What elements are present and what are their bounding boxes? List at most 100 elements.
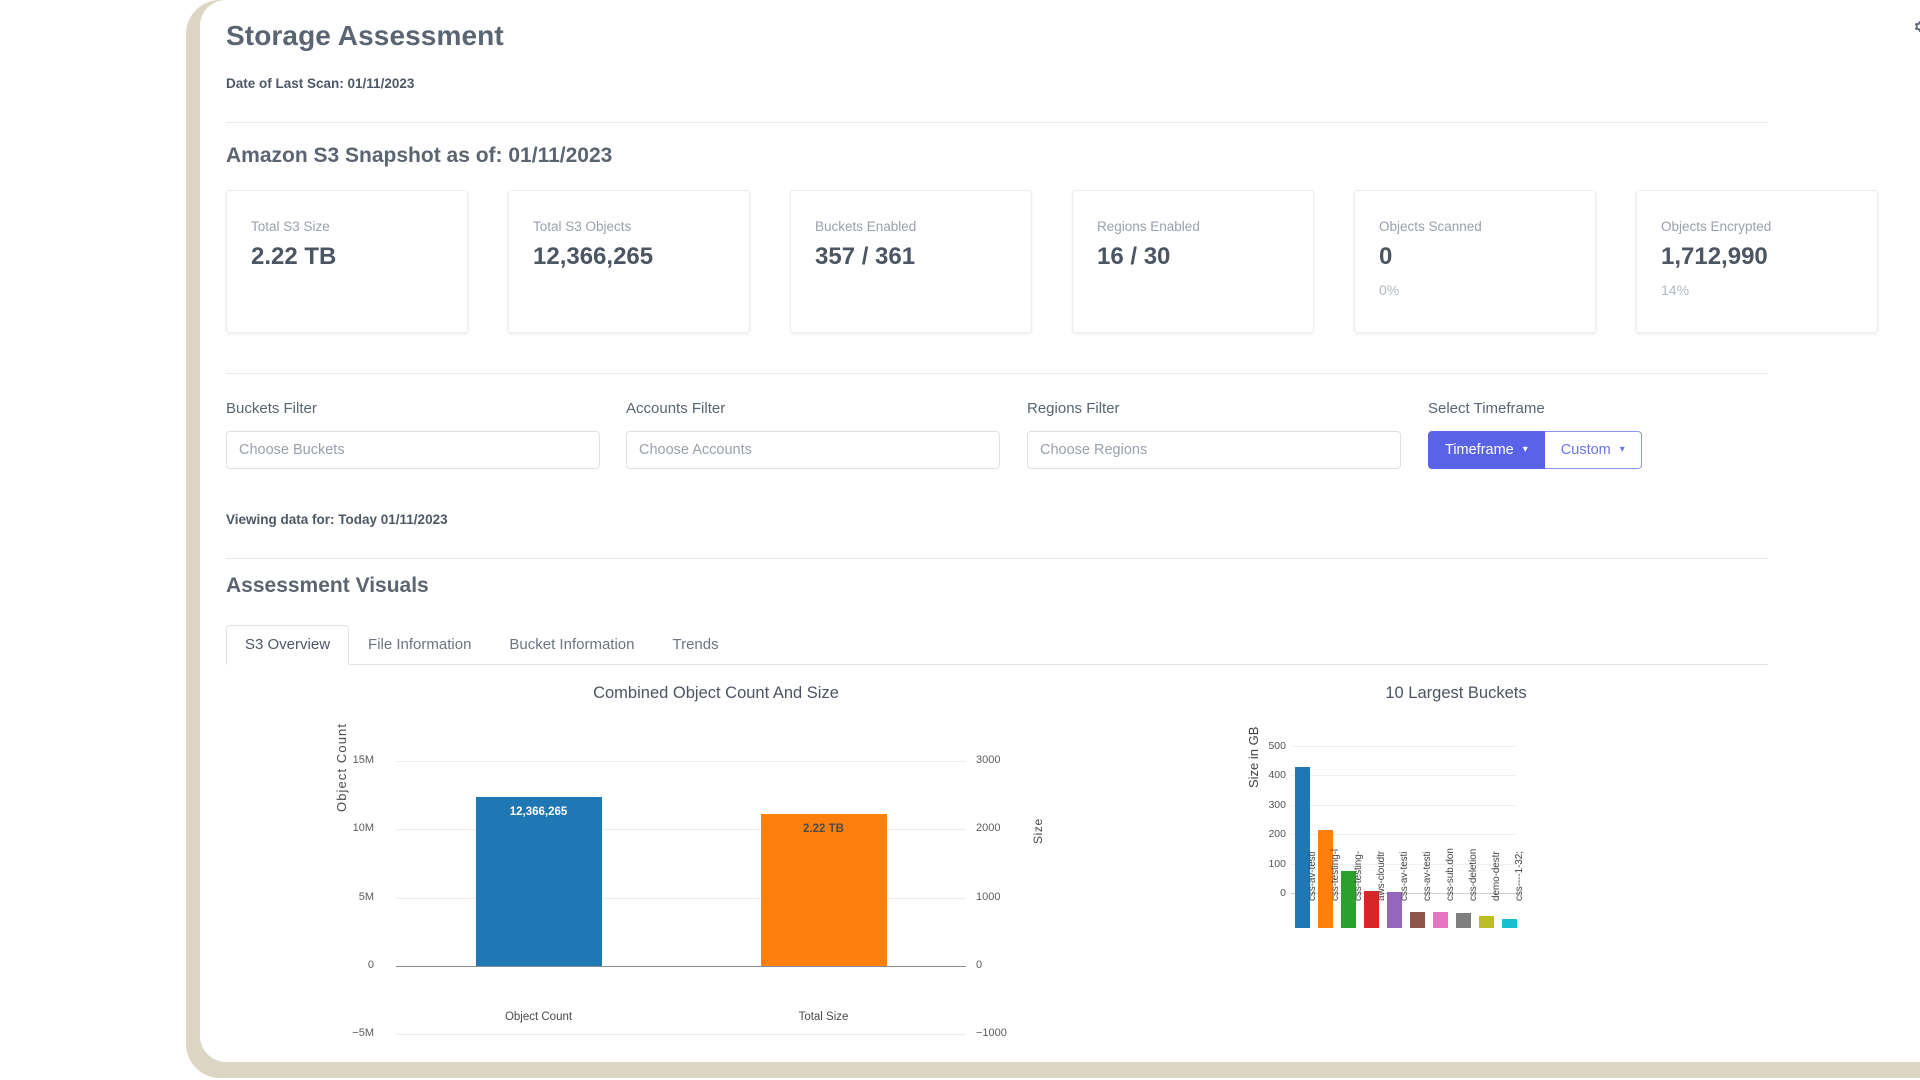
- buckets-filter: Buckets Filter: [226, 400, 600, 469]
- chart-x-tick-label: css-av-testi: [1421, 851, 1433, 901]
- chart-title: Combined Object Count And Size: [593, 684, 839, 702]
- metric-card-label: Total S3 Objects: [533, 219, 632, 234]
- chart-bar: 2.22 TB: [760, 814, 887, 966]
- chart-y2-tick-label: 0: [976, 958, 983, 971]
- metric-card: Objects Encrypted 1,712,990 14%: [1636, 190, 1878, 333]
- accounts-filter: Accounts Filter: [626, 400, 1000, 469]
- timeframe-button-group: Timeframe ▾ Custom ▾: [1428, 431, 1728, 469]
- metric-card-value: 1,712,990: [1661, 243, 1768, 270]
- chart-y-tick-label: 200: [1268, 828, 1286, 841]
- divider: [226, 373, 1768, 374]
- last-scan-date: Date of Last Scan: 01/11/2023: [226, 76, 415, 91]
- chart-bar: [1478, 915, 1495, 928]
- chart-y-axis-label: Object Count: [334, 722, 349, 812]
- buckets-filter-input[interactable]: [226, 431, 600, 469]
- metric-card: Objects Scanned 0 0%: [1354, 190, 1596, 333]
- metric-card: Buckets Enabled 357 / 361: [790, 190, 1032, 333]
- ten-largest-buckets-chart: 10 Largest Buckets Size in GB 500 400 300 2…: [1236, 684, 1676, 1054]
- chart-bar-value-label: 12,366,265: [509, 806, 568, 819]
- chart-gridline: [396, 1034, 966, 1035]
- metric-card-list: Total S3 Size 2.22 TB Total S3 Objects 12,3…: [226, 190, 1920, 333]
- regions-filter-label: Regions Filter: [1027, 400, 1120, 417]
- chart-x-tick-label: aws-cloudtr: [1375, 850, 1387, 901]
- combined-object-count-size-chart: Combined Object Count And Size Object Co…: [286, 684, 1086, 1054]
- accounts-filter-label: Accounts Filter: [626, 400, 726, 417]
- metric-card-subvalue: 0%: [1379, 282, 1400, 298]
- chart-y2-tick-label: −1000: [976, 1027, 1007, 1039]
- chart-y-tick-label: 500: [1268, 739, 1286, 752]
- metric-card-label: Regions Enabled: [1097, 219, 1200, 234]
- chart-bar-value-label: 2.22 TB: [803, 823, 844, 836]
- chart-y-tick-label: 0: [367, 958, 374, 971]
- chart-x-tick-label: css----1-32;: [1513, 851, 1525, 901]
- metric-card-label: Total S3 Size: [251, 219, 330, 234]
- chart-zero-line: [396, 965, 966, 968]
- timeframe-filter: Select Timeframe Timeframe ▾ Custom ▾: [1428, 400, 1728, 469]
- chart-bar: [1455, 912, 1472, 928]
- chart-x-tick-label: css-av-testi: [1306, 851, 1318, 901]
- metric-card-value: 0: [1379, 243, 1393, 270]
- settings-link[interactable]: Settings: [1912, 18, 1920, 35]
- metric-card-value: 16 / 30: [1097, 243, 1171, 270]
- chart-gridline: [1291, 745, 1516, 747]
- visuals-tablist: S3 Overview File Information Bucket Inform…: [226, 624, 1768, 665]
- metric-card: Regions Enabled 16 / 30: [1072, 190, 1314, 333]
- chart-title: 10 Largest Buckets: [1385, 684, 1527, 702]
- chart-y-tick-label: 10M: [352, 822, 374, 835]
- chart-y-tick-label: 5M: [358, 890, 374, 903]
- chart-y2-tick-label: 3000: [976, 754, 1001, 767]
- timeframe-dropdown-label: Timeframe: [1445, 442, 1514, 458]
- page-title: Storage Assessment: [226, 20, 504, 51]
- chart-x-tick-label: demo-destr: [1490, 851, 1502, 901]
- chart-x-tick-label: css-sub.don: [1444, 848, 1456, 901]
- chart-bar: 12,366,265: [475, 797, 602, 966]
- tab-file-information[interactable]: File Information: [349, 625, 490, 665]
- chart-x-tick-label: css-testing-: [1352, 851, 1364, 901]
- chart-y2-tick-label: 2000: [976, 822, 1001, 835]
- chart-x-tick-label: Object Count: [504, 1010, 573, 1023]
- charts-container: Combined Object Count And Size Object Co…: [226, 684, 1906, 1054]
- chart-x-tick-label: css-testing-l: [1329, 848, 1341, 901]
- chart-y-tick-label: 400: [1268, 769, 1286, 782]
- buckets-filter-label: Buckets Filter: [226, 400, 317, 417]
- custom-dropdown-button[interactable]: Custom ▾: [1544, 431, 1642, 469]
- regions-filter-input[interactable]: [1027, 431, 1401, 469]
- divider: [226, 122, 1768, 123]
- page-surface: Settings Storage Assessment Date of Last…: [200, 0, 1920, 1062]
- regions-filter: Regions Filter: [1027, 400, 1401, 469]
- tab-bucket-information[interactable]: Bucket Information: [490, 625, 653, 665]
- chart-bar: [1432, 912, 1449, 928]
- chart-y-tick-label: 300: [1268, 798, 1286, 811]
- tab-trends[interactable]: Trends: [653, 625, 737, 665]
- chart-bar: [1294, 767, 1311, 928]
- metric-card-label: Objects Scanned: [1379, 219, 1482, 234]
- tab-s3-overview[interactable]: S3 Overview: [226, 625, 350, 665]
- chart-y2-tick-label: 1000: [976, 890, 1001, 903]
- chart-x-tick-label: Total Size: [798, 1010, 849, 1023]
- accounts-filter-input[interactable]: [626, 431, 1000, 469]
- chart-x-tick-label: css-deletion: [1467, 848, 1479, 901]
- metric-card-label: Objects Encrypted: [1661, 219, 1772, 234]
- chevron-down-icon: ▾: [1619, 444, 1625, 455]
- app-root: Settings Storage Assessment Date of Last…: [0, 0, 1920, 1080]
- metric-card-value: 12,366,265: [533, 243, 654, 270]
- chart-gridline: [1291, 775, 1516, 777]
- chart-gridline: [1291, 804, 1516, 806]
- chart-y-tick-label: −5M: [352, 1027, 374, 1039]
- chart-y-tick-label: 15M: [352, 754, 374, 767]
- viewing-data-text: Viewing data for: Today 01/11/2023: [226, 512, 448, 527]
- filter-bar: Buckets Filter Accounts Filter Regions F…: [226, 400, 1906, 480]
- assessment-visuals-title: Assessment Visuals: [226, 574, 429, 597]
- chart-plot-area: Size in GB 500 400 300 200 100 0 css-av-testi c…: [1236, 726, 1676, 928]
- chart-y2-axis-label: Size: [1031, 818, 1045, 844]
- chart-bar: [1409, 911, 1426, 928]
- chart-x-tick-label: css-av-testi: [1398, 851, 1410, 901]
- chart-gridline: [396, 761, 966, 763]
- gear-icon: [1912, 19, 1920, 34]
- timeframe-filter-label: Select Timeframe: [1428, 400, 1545, 417]
- timeframe-dropdown-button[interactable]: Timeframe ▾: [1428, 431, 1545, 469]
- chart-plot-area: Object Count Size 15M 10M 5M 0 −5M 3000 2000 10…: [286, 723, 1086, 1039]
- metric-card: Total S3 Objects 12,366,265: [508, 190, 750, 333]
- chart-y-axis-label: Size in GB: [1246, 726, 1261, 788]
- metric-card-value: 357 / 361: [815, 243, 916, 270]
